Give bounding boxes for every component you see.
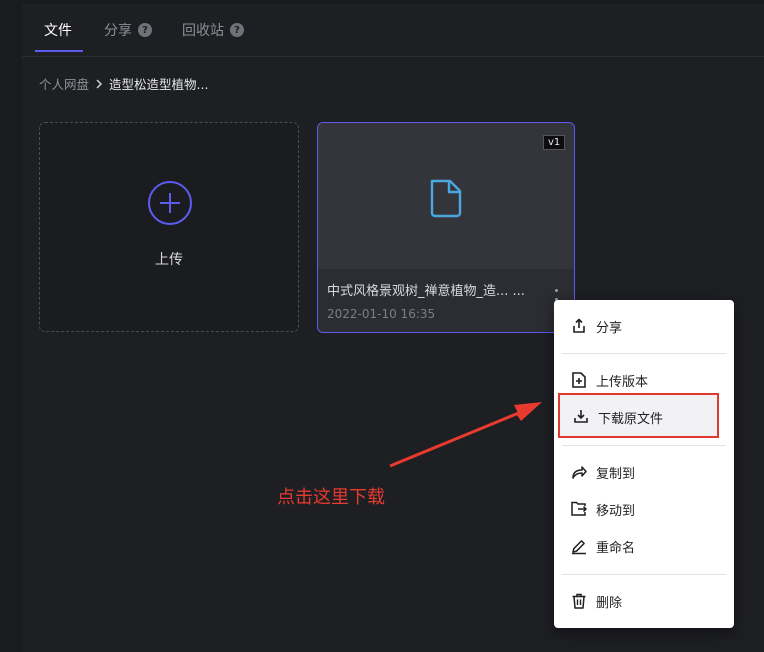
move-icon <box>571 501 588 516</box>
tab-share-label: 分享 <box>104 23 132 39</box>
menu-item-label: 分享 <box>596 320 623 336</box>
menu-item-label: 重命名 <box>596 540 636 556</box>
menu-divider <box>562 353 726 354</box>
tab-share[interactable]: 分享 ? <box>104 20 152 40</box>
copy-forward-icon <box>572 466 587 479</box>
menu-item-move-to[interactable]: 移动到 <box>554 491 734 527</box>
menu-item-share[interactable]: 分享 <box>554 308 734 344</box>
menu-divider <box>562 574 726 575</box>
breadcrumb-root[interactable]: 个人网盘 <box>39 74 89 93</box>
pencil-icon <box>572 540 586 555</box>
tab-recycle-bin[interactable]: 回收站 ? <box>182 20 244 40</box>
tab-bar: 文件 分享 ? 回收站 ? <box>22 4 764 57</box>
menu-item-label: 上传版本 <box>596 374 649 390</box>
menu-item-label: 移动到 <box>596 503 636 519</box>
plus-icon <box>148 181 192 225</box>
upload-label: 上传 <box>155 252 183 268</box>
menu-divider <box>562 445 726 446</box>
menu-item-copy-to[interactable]: 复制到 <box>554 454 734 490</box>
file-thumbnail: v1 <box>318 123 574 269</box>
file-icon <box>430 179 462 218</box>
file-date: 2022-01-10 16:35 <box>327 307 436 321</box>
share-icon <box>573 318 585 333</box>
menu-item-rename[interactable]: 重命名 <box>554 528 734 564</box>
file-card[interactable]: v1 中式风格景观树_禅意植物_造... ... 2022-01-10 16:3… <box>317 122 575 333</box>
upload-card[interactable]: 上传 <box>39 122 299 332</box>
file-name: 中式风格景观树_禅意植物_造... ... <box>327 284 525 299</box>
file-plus-icon <box>572 372 586 388</box>
trash-icon <box>572 593 586 609</box>
context-menu: 分享 上传版本 下载原文件 复制到 移动到 重命名 <box>554 300 734 628</box>
chevron-right-icon <box>96 78 103 89</box>
menu-item-label: 复制到 <box>596 466 636 482</box>
tab-recycle-label: 回收站 <box>182 23 224 39</box>
help-icon[interactable]: ? <box>138 23 152 37</box>
menu-item-delete[interactable]: 删除 <box>554 583 734 619</box>
tab-files-label: 文件 <box>44 23 72 39</box>
tab-files[interactable]: 文件 <box>44 20 72 40</box>
breadcrumb: 个人网盘 造型松造型植物... <box>39 74 208 93</box>
annotation-text: 点击这里下载 <box>277 487 385 508</box>
help-icon[interactable]: ? <box>230 23 244 37</box>
menu-item-label: 删除 <box>596 595 623 611</box>
breadcrumb-current: 造型松造型植物... <box>109 77 209 92</box>
download-icon <box>574 410 588 423</box>
version-badge: v1 <box>543 135 566 150</box>
highlight-box: 下载原文件 <box>558 393 719 438</box>
active-tab-indicator <box>35 50 83 52</box>
highlighted-label[interactable]: 下载原文件 <box>598 408 663 427</box>
